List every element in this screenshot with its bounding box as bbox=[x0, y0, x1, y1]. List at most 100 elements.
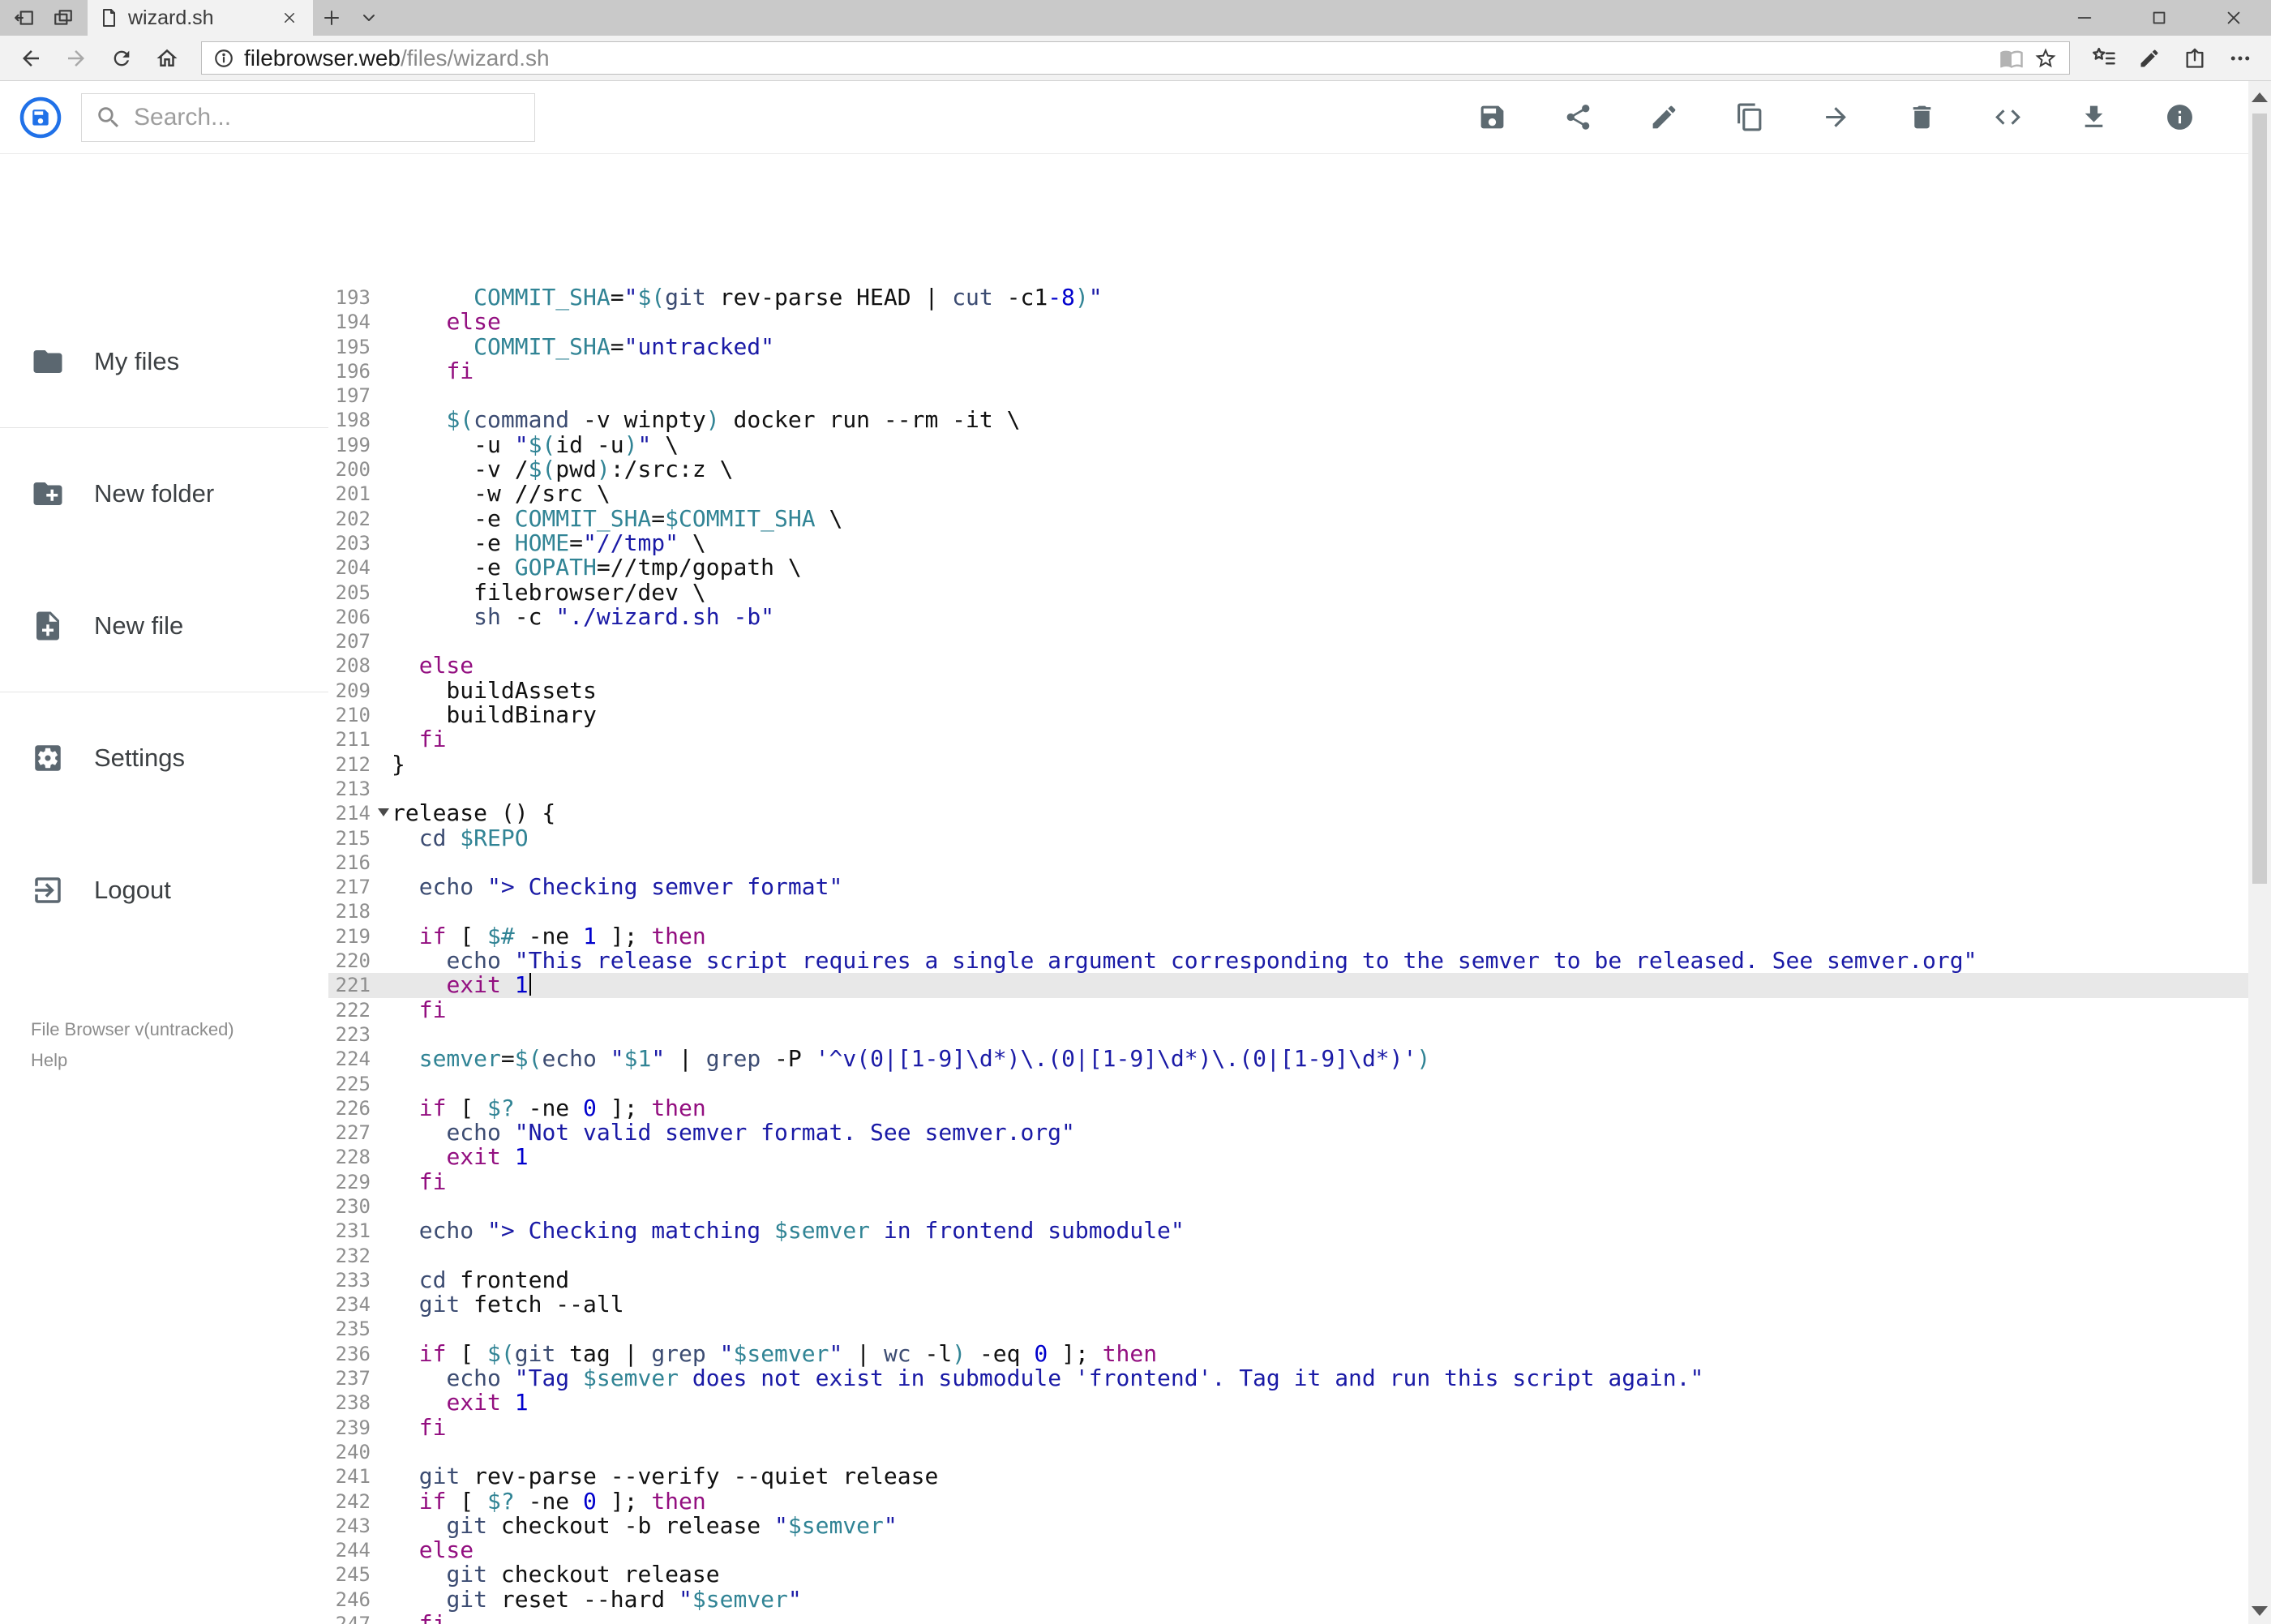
info-button[interactable] bbox=[2161, 99, 2198, 136]
code-line[interactable]: 243 git checkout -b release "$semver" bbox=[328, 1513, 2248, 1538]
favorites-hub-button[interactable] bbox=[2081, 36, 2127, 81]
line-number[interactable]: 199 bbox=[328, 433, 392, 457]
window-maximize-button[interactable] bbox=[2122, 0, 2196, 36]
code-line[interactable]: 230 bbox=[328, 1194, 2248, 1219]
save-button[interactable] bbox=[1473, 99, 1510, 136]
line-number[interactable]: 235 bbox=[328, 1317, 392, 1341]
site-info-icon[interactable] bbox=[213, 48, 234, 69]
line-number[interactable]: 242 bbox=[328, 1489, 392, 1514]
scroll-down-icon[interactable] bbox=[2252, 1606, 2268, 1616]
code-line[interactable]: 205 filebrowser/dev \ bbox=[328, 580, 2248, 605]
code-line[interactable]: 226 if [ $? -ne 0 ]; then bbox=[328, 1095, 2248, 1121]
line-number[interactable]: 210 bbox=[328, 703, 392, 727]
settings-more-button[interactable] bbox=[2217, 36, 2263, 81]
browser-tab-wizard-sh[interactable]: wizard.sh bbox=[88, 0, 313, 36]
code-editor[interactable]: 193 COMMIT_SHA="$(git rev-parse HEAD | c… bbox=[328, 154, 2248, 1624]
line-number[interactable]: 204 bbox=[328, 555, 392, 580]
code-line[interactable]: 215 cd $REPO bbox=[328, 825, 2248, 851]
code-line[interactable]: 233 cd frontend bbox=[328, 1267, 2248, 1292]
code-line[interactable]: 216 bbox=[328, 851, 2248, 875]
code-line[interactable]: 241 git rev-parse --verify --quiet relea… bbox=[328, 1464, 2248, 1489]
sidebar-item-new-folder[interactable]: New folder bbox=[0, 465, 328, 523]
code-line[interactable]: 219 if [ $# -ne 1 ]; then bbox=[328, 923, 2248, 949]
code-line[interactable]: 203 -e HOME="//tmp" \ bbox=[328, 530, 2248, 555]
fold-toggle-icon[interactable] bbox=[378, 808, 389, 817]
line-number[interactable]: 211 bbox=[328, 727, 392, 752]
tabs-you-set-aside-button[interactable] bbox=[47, 0, 79, 36]
code-line[interactable]: 199 -u "$(id -u)" \ bbox=[328, 432, 2248, 457]
line-number[interactable]: 209 bbox=[328, 679, 392, 703]
code-line[interactable]: 202 -e COMMIT_SHA=$COMMIT_SHA \ bbox=[328, 506, 2248, 531]
line-number[interactable]: 195 bbox=[328, 335, 392, 359]
tab-close-button[interactable] bbox=[277, 6, 302, 30]
copy-button[interactable] bbox=[1731, 99, 1768, 136]
code-line[interactable]: 232 bbox=[328, 1244, 2248, 1268]
filebrowser-logo[interactable] bbox=[19, 96, 62, 139]
code-line[interactable]: 247 fi bbox=[328, 1611, 2248, 1624]
home-button[interactable] bbox=[144, 36, 190, 81]
line-number[interactable]: 220 bbox=[328, 949, 392, 973]
scroll-up-icon[interactable] bbox=[2252, 92, 2268, 102]
code-line[interactable]: 224 semver=$(echo "$1" | grep -P '^v(0|[… bbox=[328, 1047, 2248, 1071]
line-number[interactable]: 234 bbox=[328, 1292, 392, 1317]
code-line[interactable]: 239 fi bbox=[328, 1415, 2248, 1440]
delete-button[interactable] bbox=[1903, 99, 1940, 136]
line-number[interactable]: 202 bbox=[328, 507, 392, 531]
line-number[interactable]: 219 bbox=[328, 924, 392, 949]
sidebar-item-logout[interactable]: Logout bbox=[0, 861, 328, 919]
sidebar-item-new-file[interactable]: New file bbox=[0, 597, 328, 655]
refresh-button[interactable] bbox=[99, 36, 144, 81]
line-number[interactable]: 217 bbox=[328, 875, 392, 899]
line-number[interactable]: 218 bbox=[328, 899, 392, 923]
line-number[interactable]: 201 bbox=[328, 482, 392, 506]
code-line[interactable]: 223 bbox=[328, 1022, 2248, 1047]
code-line[interactable]: 225 bbox=[328, 1072, 2248, 1096]
line-number[interactable]: 227 bbox=[328, 1121, 392, 1145]
code-line[interactable]: 212} bbox=[328, 752, 2248, 777]
code-line[interactable]: 242 if [ $? -ne 0 ]; then bbox=[328, 1489, 2248, 1514]
line-number[interactable]: 224 bbox=[328, 1047, 392, 1071]
rename-button[interactable] bbox=[1645, 99, 1682, 136]
line-number[interactable]: 226 bbox=[328, 1096, 392, 1121]
line-number[interactable]: 223 bbox=[328, 1022, 392, 1047]
code-line[interactable]: 195 COMMIT_SHA="untracked" bbox=[328, 334, 2248, 359]
line-number[interactable]: 228 bbox=[328, 1145, 392, 1169]
url-field[interactable]: filebrowser.web/files/wizard.sh bbox=[201, 41, 2070, 75]
sidebar-item-settings[interactable]: Settings bbox=[0, 729, 328, 787]
code-line[interactable]: 209 buildAssets bbox=[328, 678, 2248, 703]
code-line[interactable]: 217 echo "> Checking semver format" bbox=[328, 874, 2248, 899]
code-line[interactable]: 207 bbox=[328, 629, 2248, 653]
code-line[interactable]: 245 git checkout release bbox=[328, 1562, 2248, 1587]
forward-button[interactable] bbox=[54, 36, 99, 81]
code-line[interactable]: 198 $(command -v winpty) docker run --rm… bbox=[328, 408, 2248, 432]
line-number[interactable]: 237 bbox=[328, 1366, 392, 1390]
code-line[interactable]: 220 echo "This release script requires a… bbox=[328, 948, 2248, 973]
code-line[interactable]: 208 else bbox=[328, 653, 2248, 678]
code-line[interactable]: 240 bbox=[328, 1440, 2248, 1464]
page-scrollbar[interactable] bbox=[2248, 81, 2271, 1624]
reading-view-icon[interactable] bbox=[1999, 46, 2024, 71]
share-file-button[interactable] bbox=[1559, 99, 1596, 136]
help-link[interactable]: Help bbox=[31, 1045, 328, 1076]
line-number[interactable]: 221 bbox=[328, 973, 392, 997]
line-number[interactable]: 247 bbox=[328, 1612, 392, 1624]
code-line[interactable]: 218 bbox=[328, 899, 2248, 923]
code-line[interactable]: 221 exit 1 bbox=[328, 973, 2248, 998]
search-input[interactable] bbox=[134, 103, 521, 131]
code-line[interactable]: 200 -v /$(pwd):/src:z \ bbox=[328, 456, 2248, 482]
code-line[interactable]: 244 else bbox=[328, 1537, 2248, 1562]
line-number[interactable]: 197 bbox=[328, 384, 392, 408]
code-line[interactable]: 197 bbox=[328, 384, 2248, 408]
line-number[interactable]: 194 bbox=[328, 310, 392, 334]
line-number[interactable]: 243 bbox=[328, 1514, 392, 1538]
code-line[interactable]: 228 exit 1 bbox=[328, 1145, 2248, 1169]
line-number[interactable]: 231 bbox=[328, 1219, 392, 1243]
line-number[interactable]: 213 bbox=[328, 777, 392, 801]
line-number[interactable]: 206 bbox=[328, 605, 392, 629]
line-number[interactable]: 214 bbox=[328, 801, 392, 825]
line-number[interactable]: 239 bbox=[328, 1416, 392, 1440]
line-number[interactable]: 246 bbox=[328, 1588, 392, 1612]
line-number[interactable]: 225 bbox=[328, 1072, 392, 1096]
code-line[interactable]: 238 exit 1 bbox=[328, 1390, 2248, 1415]
line-number[interactable]: 229 bbox=[328, 1170, 392, 1194]
